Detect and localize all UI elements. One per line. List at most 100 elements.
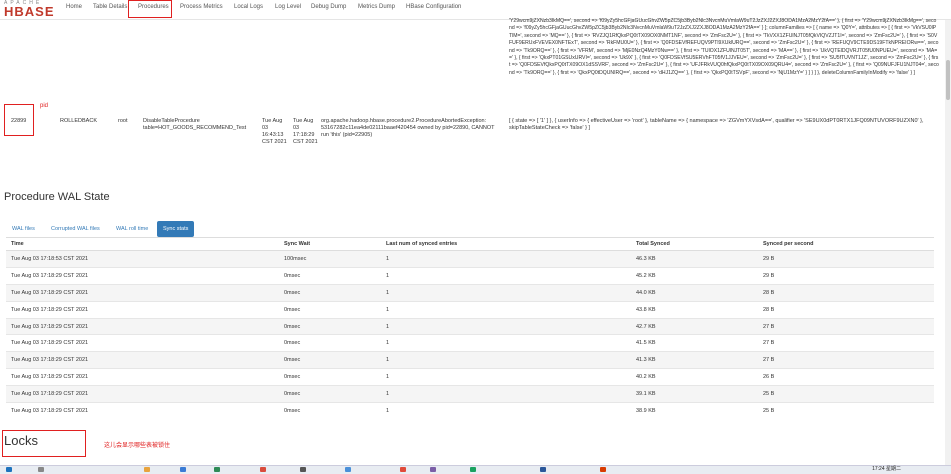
wal-section-title: Procedure WAL State	[4, 191, 110, 203]
tab-sync-stats[interactable]: Sync stats	[157, 221, 195, 237]
folder-icon[interactable]	[144, 467, 150, 472]
row-total-synced: 46.3 KB	[631, 250, 758, 268]
nav-home[interactable]: Home	[66, 4, 82, 10]
row-total-synced: 41.3 KB	[631, 351, 758, 369]
row-last-num-synced: 1	[381, 351, 631, 369]
row-time: Tue Aug 03 17:18:29 CST 2021	[6, 266, 279, 285]
browser-icon[interactable]	[260, 467, 266, 472]
col-time: Time	[6, 238, 279, 251]
table-row: Tue Aug 03 17:18:29 CST 2021 0msec 1 44.0 K…	[6, 283, 934, 302]
row-sync-wait: 0msec	[279, 334, 381, 352]
tab-corrupted-wal-files[interactable]: Corrupted WAL files	[45, 221, 106, 237]
row-last-num-synced: 1	[381, 402, 631, 419]
start-icon[interactable]	[6, 467, 12, 472]
row-synced-per-second: 25 B	[758, 385, 934, 403]
nav-local-logs[interactable]: Local Logs	[234, 4, 263, 10]
row-total-synced: 42.7 KB	[631, 317, 758, 335]
nav-log-level[interactable]: Log Level	[275, 4, 301, 10]
row-total-synced: 40.2 KB	[631, 368, 758, 386]
procedure-owner: root	[118, 118, 128, 124]
sync-stats-table: Time Sync Wait Last num of synced entrie…	[6, 238, 934, 419]
row-last-num-synced: 1	[381, 250, 631, 268]
col-last-num-synced: Last num of synced entries	[381, 238, 631, 251]
nav-metrics-dump[interactable]: Metrics Dump	[358, 4, 395, 10]
app-icon[interactable]	[470, 467, 476, 472]
procedure-row: 22899 ROLLEDBACK root DisableTableProced…	[0, 108, 940, 160]
row-sync-wait: 100msec	[279, 250, 381, 268]
row-time: Tue Aug 03 17:18:29 CST 2021	[6, 300, 279, 319]
row-synced-per-second: 27 B	[758, 351, 934, 369]
row-last-num-synced: 1	[381, 317, 631, 335]
nav-table-details[interactable]: Table Details	[93, 4, 127, 10]
table-row: Tue Aug 03 17:18:29 CST 2021 0msec 1 41.5 K…	[6, 334, 934, 352]
locks-annotation: 这儿会显示哪些表被锁住	[104, 443, 171, 449]
page-scrollbar[interactable]	[945, 20, 951, 465]
procedure-state: ROLLEDBACK	[60, 118, 97, 124]
row-last-num-synced: 1	[381, 300, 631, 319]
table-header-row: Time Sync Wait Last num of synced entrie…	[6, 238, 934, 251]
table-row: Tue Aug 03 17:18:29 CST 2021 0msec 1 38.9 K…	[6, 402, 934, 419]
app-icon[interactable]	[540, 467, 546, 472]
row-time: Tue Aug 03 17:18:53 CST 2021	[6, 250, 279, 268]
procedure-errors: org.apache.hadoop.hbase.procedure2.Proce…	[321, 118, 495, 138]
row-sync-wait: 0msec	[279, 402, 381, 419]
app-icon[interactable]	[400, 467, 406, 472]
logo-hbase-text: HBASE	[4, 4, 55, 19]
nav-debug-dump[interactable]: Debug Dump	[311, 4, 346, 10]
col-sync-wait: Sync Wait	[279, 238, 381, 251]
table-row: Tue Aug 03 17:18:29 CST 2021 0msec 1 43.8 K…	[6, 300, 934, 319]
app-icon[interactable]	[430, 467, 436, 472]
table-row: Tue Aug 03 17:18:29 CST 2021 0msec 1 40.2 K…	[6, 368, 934, 386]
row-time: Tue Aug 03 17:18:29 CST 2021	[6, 402, 279, 419]
row-synced-per-second: 29 B	[758, 250, 934, 268]
app-icon[interactable]	[600, 467, 606, 472]
table-row: Tue Aug 03 17:18:29 CST 2021 0msec 1 41.3 K…	[6, 351, 934, 369]
row-last-num-synced: 1	[381, 283, 631, 302]
col-total-synced: Total Synced	[631, 238, 758, 251]
app-icon[interactable]	[214, 467, 220, 472]
table-row: Tue Aug 03 17:18:53 CST 2021 100msec 1 46.3…	[6, 250, 934, 268]
row-time: Tue Aug 03 17:18:29 CST 2021	[6, 368, 279, 386]
row-sync-wait: 0msec	[279, 368, 381, 386]
scrollbar-thumb[interactable]	[946, 60, 950, 100]
procedure-last-update: Tue Aug 03 17:18:29 CST 2021	[293, 118, 318, 145]
row-last-num-synced: 1	[381, 368, 631, 386]
locks-highlight-box	[2, 430, 86, 457]
row-sync-wait: 0msec	[279, 283, 381, 302]
search-icon[interactable]	[38, 467, 44, 472]
app-icon[interactable]	[180, 467, 186, 472]
row-total-synced: 45.2 KB	[631, 266, 758, 285]
row-sync-wait: 0msec	[279, 266, 381, 285]
row-synced-per-second: 28 B	[758, 283, 934, 302]
nav-hbase-configuration[interactable]: HBase Configuration	[406, 4, 461, 10]
row-synced-per-second: 27 B	[758, 317, 934, 335]
row-last-num-synced: 1	[381, 334, 631, 352]
app-icon[interactable]	[345, 467, 351, 472]
row-last-num-synced: 1	[381, 266, 631, 285]
row-time: Tue Aug 03 17:18:29 CST 2021	[6, 385, 279, 403]
row-time: Tue Aug 03 17:18:29 CST 2021	[6, 351, 279, 369]
row-time: Tue Aug 03 17:18:29 CST 2021	[6, 283, 279, 302]
col-synced-per-second: Synced per second	[758, 238, 934, 251]
hbase-logo[interactable]: APACHE HBASE	[4, 1, 56, 19]
pid-annotation: pid	[40, 103, 49, 109]
row-time: Tue Aug 03 17:18:29 CST 2021	[6, 334, 279, 352]
row-total-synced: 44.0 KB	[631, 283, 758, 302]
row-sync-wait: 0msec	[279, 385, 381, 403]
row-total-synced: 41.5 KB	[631, 334, 758, 352]
nav-process-metrics[interactable]: Process Metrics	[180, 4, 223, 10]
terminal-icon[interactable]	[300, 467, 306, 472]
row-last-num-synced: 1	[381, 385, 631, 403]
pid-highlight-box	[4, 104, 34, 136]
row-total-synced: 43.8 KB	[631, 300, 758, 319]
row-synced-per-second: 25 B	[758, 402, 934, 419]
procedure-parameters: [ { state => [ '1' ] }, { userInfo => { …	[509, 118, 924, 131]
procedures-highlight-box	[128, 0, 172, 18]
tab-wal-roll-time[interactable]: WAL roll time	[110, 221, 154, 237]
row-synced-per-second: 29 B	[758, 266, 934, 285]
procedure-start-time: Tue Aug 03 16:43:13 CST 2021	[262, 118, 287, 145]
tab-wal-files[interactable]: WAL files	[6, 221, 41, 237]
row-synced-per-second: 27 B	[758, 334, 934, 352]
row-total-synced: 39.1 KB	[631, 385, 758, 403]
procedure-type: DisableTableProcedure table=HOT_GOODS_RE…	[143, 118, 247, 131]
